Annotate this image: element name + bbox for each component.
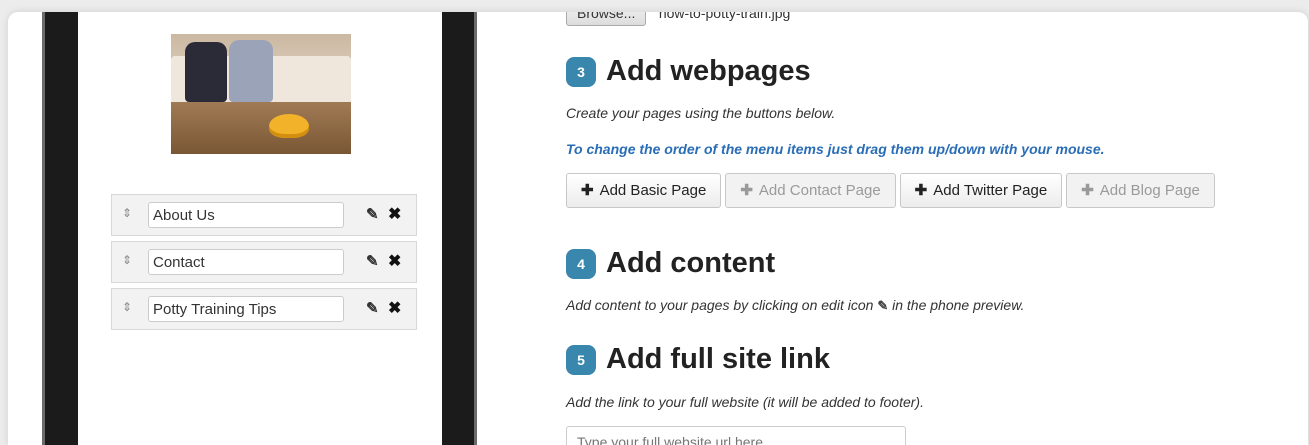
step-title: Add webpages: [606, 55, 811, 87]
drag-handle-icon[interactable]: ⇕: [120, 206, 134, 220]
file-upload: Browse... how-to-potty-train.jpg: [566, 12, 790, 26]
add-basic-page-button[interactable]: ✚ Add Basic Page: [566, 173, 722, 208]
builder-panel: Browse... how-to-potty-train.jpg 3 Add w…: [556, 12, 1306, 445]
menu-item-input[interactable]: [148, 249, 344, 275]
full-site-url-input[interactable]: [566, 426, 906, 445]
step-description: Create your pages using the buttons belo…: [566, 105, 836, 121]
step-description: Add the link to your full website (it wi…: [566, 394, 924, 410]
delete-icon[interactable]: ✖: [388, 251, 406, 270]
add-contact-page-button[interactable]: ✚ Add Contact Page: [725, 173, 896, 208]
step-title: Add full site link: [606, 343, 830, 375]
delete-icon[interactable]: ✖: [388, 204, 406, 223]
phone-bezel-left: [42, 12, 81, 445]
browse-button[interactable]: Browse...: [566, 12, 647, 26]
selected-file-name: how-to-potty-train.jpg: [658, 12, 791, 21]
edit-icon[interactable]: ✎: [366, 205, 384, 223]
plus-icon: ✚: [581, 182, 594, 199]
app-window: ⇕ ✎ ✖ ⇕ ✎ ✖ ⇕ ✎ ✖ Browse... how-to-potty…: [8, 12, 1308, 445]
drag-handle-icon[interactable]: ⇕: [120, 253, 134, 267]
add-blog-page-button[interactable]: ✚ Add Blog Page: [1066, 173, 1215, 208]
menu-row[interactable]: ⇕ ✎ ✖: [111, 288, 417, 330]
plus-icon: ✚: [740, 182, 753, 199]
menu-row[interactable]: ⇕ ✎ ✖: [111, 194, 417, 236]
step-add-webpages: 3 Add webpages: [566, 55, 811, 88]
menu-list: ⇕ ✎ ✖ ⇕ ✎ ✖ ⇕ ✎ ✖: [111, 194, 417, 335]
edit-icon[interactable]: ✎: [366, 252, 384, 270]
plus-icon: ✚: [1081, 182, 1094, 199]
header-photo: [171, 34, 351, 154]
add-twitter-page-button[interactable]: ✚ Add Twitter Page: [899, 173, 1063, 208]
step-badge: 4: [566, 248, 596, 279]
menu-item-input[interactable]: [148, 296, 344, 322]
delete-icon[interactable]: ✖: [388, 298, 406, 317]
menu-row[interactable]: ⇕ ✎ ✖: [111, 241, 417, 283]
drag-handle-icon[interactable]: ⇕: [120, 300, 134, 314]
edit-icon[interactable]: ✎: [366, 299, 384, 317]
step-badge: 3: [566, 56, 596, 87]
drag-note: To change the order of the menu items ju…: [566, 141, 1105, 157]
add-page-buttons: ✚ Add Basic Page ✚ Add Contact Page ✚ Add T…: [566, 173, 1215, 208]
plus-icon: ✚: [914, 182, 928, 199]
menu-item-input[interactable]: [148, 202, 344, 228]
edit-icon: ✎: [877, 298, 889, 313]
step-badge: 5: [566, 344, 596, 375]
step-title: Add content: [606, 247, 776, 279]
step-add-full-site-link: 5 Add full site link: [566, 343, 830, 376]
phone-bezel-right: [442, 12, 477, 445]
step-add-content: 4 Add content: [566, 247, 775, 280]
step-description: Add content to your pages by clicking on…: [566, 297, 1025, 313]
